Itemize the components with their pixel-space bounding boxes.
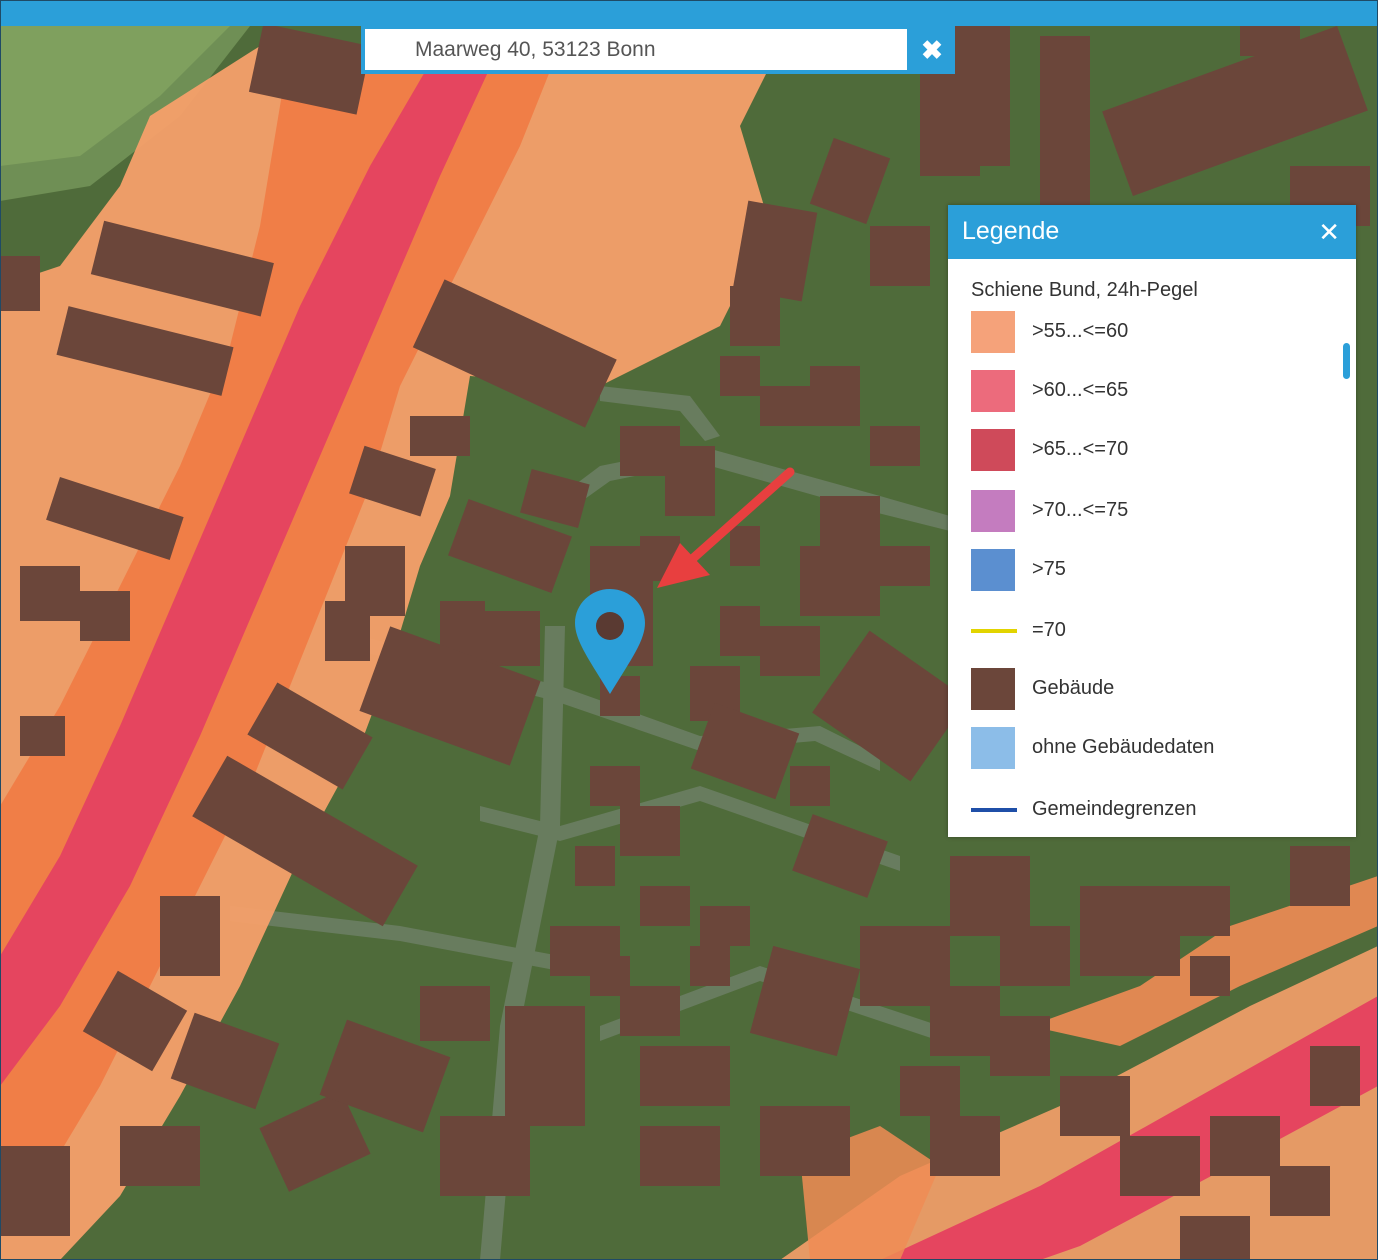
legend-swatch (971, 668, 1015, 710)
legend-label: ohne Gebäudedaten (1032, 736, 1215, 758)
legend-label: >70...<=75 (1032, 499, 1129, 521)
legend-swatch (971, 549, 1015, 591)
legend-label: Gemeindegrenzen (1032, 798, 1197, 820)
legend-panel: Legende ✕ Schiene Bund, 24h-Pegel >55...… (948, 205, 1356, 837)
close-icon: ✖ (921, 34, 943, 65)
legend-label: Gebäude (1032, 677, 1115, 699)
legend-line-swatch (971, 629, 1017, 633)
legend-label: =70 (1032, 619, 1066, 641)
legend-header: Legende ✕ (948, 205, 1356, 259)
legend-label: >55...<=60 (1032, 320, 1129, 342)
search-clear-button[interactable]: ✖ (909, 26, 955, 74)
legend-scrollbar[interactable] (1343, 343, 1350, 379)
legend-swatch (971, 311, 1015, 353)
legend-title: Legende (962, 217, 1060, 245)
legend-swatch (971, 370, 1015, 412)
address-search-bar: ✖ (361, 26, 955, 74)
legend-label: >75 (1032, 558, 1066, 580)
address-search-input[interactable] (365, 29, 907, 70)
legend-line-swatch (971, 808, 1017, 812)
legend-swatch (971, 490, 1015, 532)
legend-swatch (971, 727, 1015, 769)
legend-close-button[interactable]: ✕ (1318, 217, 1340, 248)
legend-label: >65...<=70 (1032, 438, 1129, 460)
top-bar (0, 0, 1378, 26)
legend-label: >60...<=65 (1032, 379, 1129, 401)
legend-swatch (971, 429, 1015, 471)
close-icon: ✕ (1318, 217, 1340, 247)
legend-subtitle: Schiene Bund, 24h-Pegel (971, 279, 1198, 301)
